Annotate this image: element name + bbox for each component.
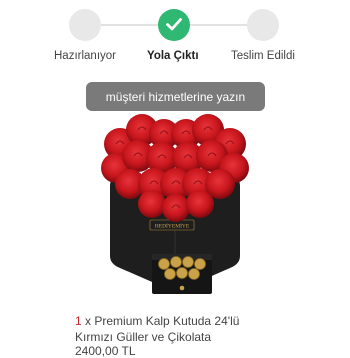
step-circle-shipped (158, 9, 190, 41)
step-label-delivered: Teslim Edildi (231, 50, 295, 62)
product-name: 1 x Premium Kalp Kutuda 24'lü Kırmızı Gü… (75, 313, 305, 345)
step-label-preparing: Hazırlanıyor (54, 50, 116, 62)
step-circle-delivered (247, 9, 279, 41)
quantity-multiplier: x (85, 314, 92, 328)
step-circle-preparing (69, 9, 101, 41)
check-icon (166, 18, 182, 31)
contact-support-button[interactable]: müşteri hizmetlerine yazın (86, 82, 265, 111)
product-name-line1: Premium Kalp Kutuda 24'lü (94, 314, 240, 328)
product-image: HEDİYEMİYE (101, 114, 249, 294)
product-name-line2: Kırmızı Güller ve Çikolata (75, 330, 212, 344)
product-price: 2400,00 TL (75, 344, 136, 358)
progress-connector (101, 24, 158, 26)
brand-logo-text: HEDİYEMİYE (155, 223, 190, 230)
step-label-shipped: Yola Çıktı (147, 50, 199, 62)
product-quantity: 1 (75, 314, 82, 328)
progress-connector (190, 24, 247, 26)
order-status-tracker: Hazırlanıyor Yola Çıktı Teslim Edildi (0, 0, 350, 70)
